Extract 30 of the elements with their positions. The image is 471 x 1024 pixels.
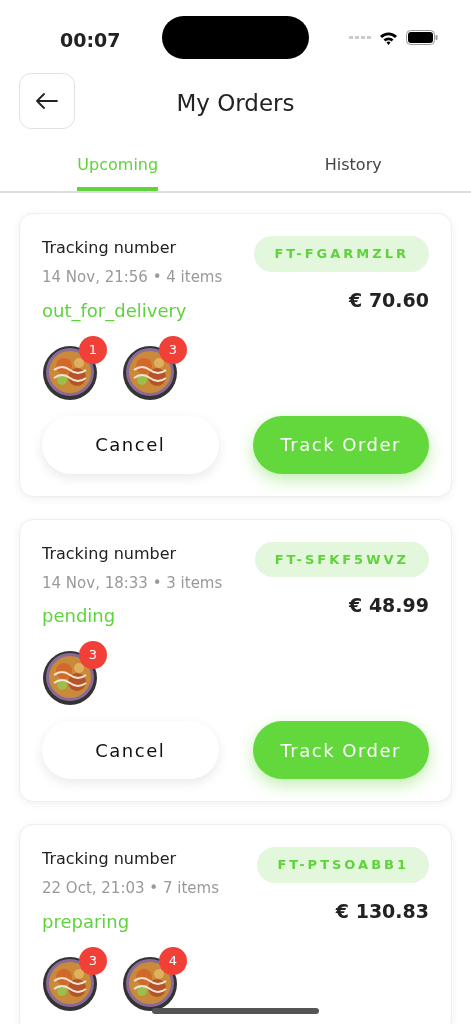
quantity-badge: 3 — [79, 946, 107, 975]
tab[interactable]: History — [324, 143, 382, 191]
order-status: out_for_delivery — [42, 298, 188, 324]
tracking-label: Tracking number — [42, 542, 178, 565]
quantity-badge: 4 — [159, 946, 187, 975]
tracking-label: Tracking number — [42, 237, 178, 259]
quantity-badge: 1 — [79, 335, 107, 364]
cancel-button[interactable]: Cancel — [42, 721, 219, 779]
order-price: € 130.83 — [335, 898, 429, 924]
tracking-number: FT-SFKF5WVZ — [254, 541, 429, 577]
order-status: preparing — [42, 909, 131, 934]
tracking-label: Tracking number — [42, 848, 178, 870]
order-meta: 14 Nov, 21:56 • 4 items — [42, 267, 223, 288]
back-arrow-icon — [36, 93, 58, 109]
cancel-button[interactable]: Cancel — [42, 415, 219, 474]
order-price: € 70.60 — [349, 287, 429, 313]
back-button[interactable] — [19, 73, 75, 129]
order-price: € 48.99 — [349, 593, 429, 618]
quantity-badge: 3 — [79, 641, 107, 669]
signal-icon — [349, 35, 371, 40]
tracking-number: FT-FGARMZLR — [254, 236, 429, 272]
order-meta: 22 Oct, 21:03 • 7 items — [42, 878, 219, 899]
order-status: pending — [42, 604, 117, 628]
wifi-icon — [379, 30, 398, 45]
order-meta: 14 Nov, 18:33 • 3 items — [42, 572, 223, 594]
status-time: 00:07 — [60, 28, 121, 53]
page-title: My Orders — [176, 89, 295, 118]
battery-icon — [406, 30, 438, 45]
quantity-badge: 3 — [159, 335, 187, 364]
tracking-number: FT-PTSOABB1 — [257, 847, 429, 883]
